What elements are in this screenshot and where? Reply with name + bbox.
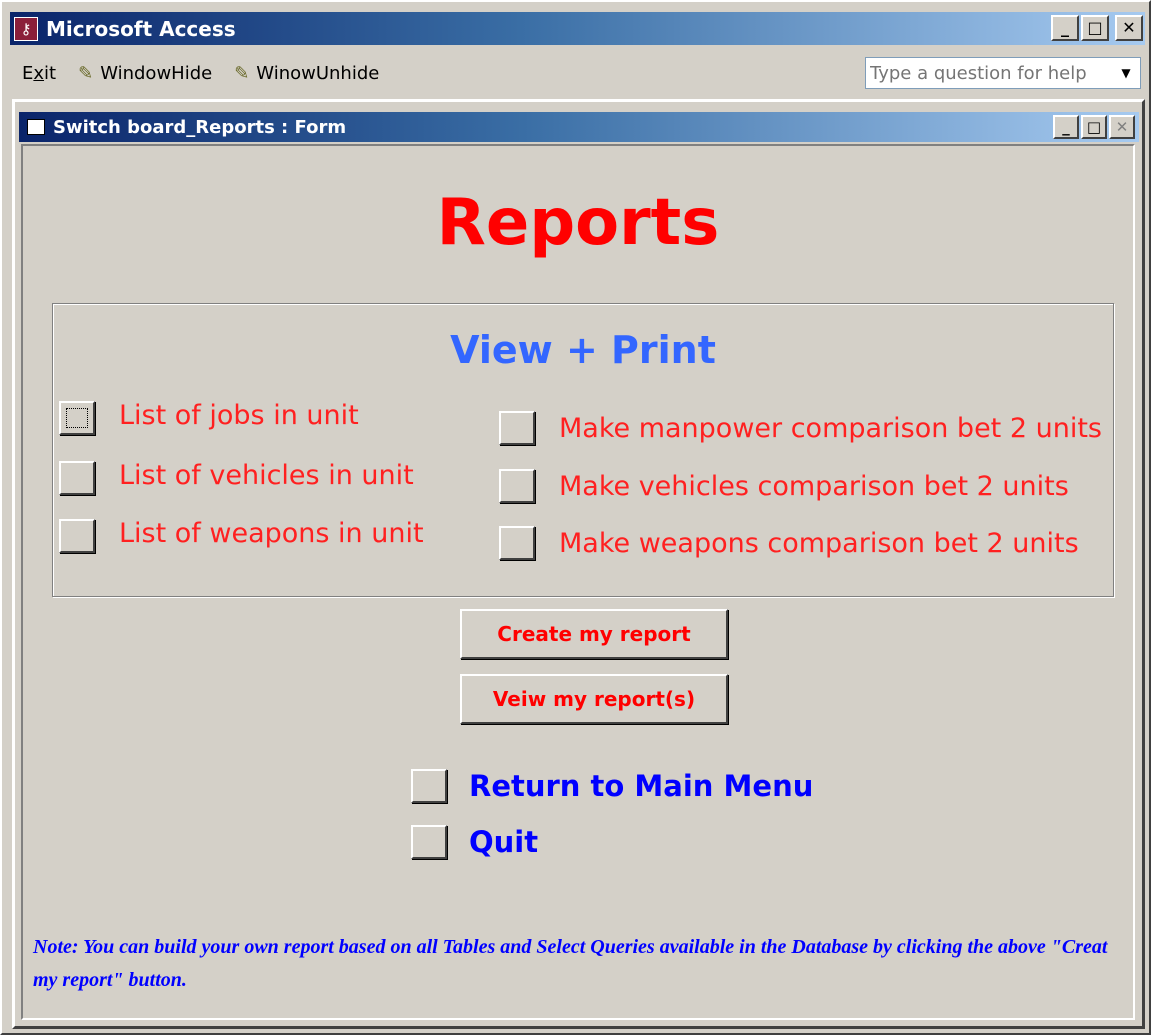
option-label: List of vehicles in unit — [119, 459, 414, 491]
option-manpower-comparison[interactable]: Make manpower comparison bet 2 units — [499, 411, 1102, 445]
option-label: List of jobs in unit — [119, 399, 359, 431]
option-button[interactable] — [59, 461, 95, 495]
option-list-weapons[interactable]: List of weapons in unit — [59, 517, 424, 553]
menubar: Exit ✎ WindowHide ✎ WinowUnhide ▼ — [10, 52, 1145, 94]
form-minimize-button[interactable]: _ — [1053, 115, 1079, 139]
option-list-jobs[interactable]: List of jobs in unit — [59, 399, 359, 435]
frame-title: View + Print — [450, 328, 716, 372]
create-my-report-button[interactable]: Create my report — [460, 609, 728, 659]
access-key-icon: ⚷ — [14, 16, 38, 41]
form-maximize-button[interactable]: □ — [1081, 115, 1107, 139]
form-titlebar[interactable]: Switch board_Reports : Form _ □ ✕ — [19, 112, 1139, 142]
access-application-window: ⚷ Microsoft Access _ □ ✕ Exit ✎ WindowHi… — [0, 0, 1151, 1035]
option-label: List of weapons in unit — [119, 517, 424, 549]
pencil-icon: ✎ — [234, 62, 250, 84]
quit-button[interactable] — [411, 825, 447, 859]
option-label: Make manpower comparison bet 2 units — [559, 412, 1102, 444]
option-label: Make weapons comparison bet 2 units — [559, 527, 1079, 559]
app-title: Microsoft Access — [46, 16, 236, 41]
option-button[interactable] — [499, 411, 535, 445]
note-text: Note: You can build your own report base… — [33, 936, 1108, 991]
menu-exit[interactable]: Exit — [22, 63, 56, 84]
help-question-input[interactable] — [866, 59, 1112, 87]
menu-winowunhide[interactable]: ✎ WinowUnhide — [234, 63, 379, 84]
form-window-controls: _ □ ✕ — [1053, 115, 1135, 139]
form-close-button[interactable]: ✕ — [1109, 115, 1135, 139]
form-title: Switch board_Reports : Form — [53, 116, 347, 138]
menu-winowunhide-label: WinowUnhide — [256, 62, 380, 84]
option-button[interactable] — [59, 401, 95, 435]
close-button[interactable]: ✕ — [1115, 15, 1143, 41]
switchboard-reports-form-window: Switch board_Reports : Form _ □ ✕ Report… — [12, 99, 1145, 1029]
quit-label: Quit — [469, 825, 539, 859]
option-label: Make vehicles comparison bet 2 units — [559, 470, 1069, 502]
chevron-down-icon[interactable]: ▼ — [1112, 58, 1140, 88]
option-button[interactable] — [499, 469, 535, 503]
menu-windowhide-label: WindowHide — [100, 62, 213, 84]
quit[interactable]: Quit — [411, 825, 538, 859]
view-my-reports-button[interactable]: Veiw my report(s) — [460, 674, 728, 724]
return-to-main-menu[interactable]: Return to Main Menu — [411, 769, 813, 803]
form-body: Reports View + Print List of jobs in uni… — [21, 144, 1135, 1020]
menu-exit-label: Exit — [22, 62, 57, 84]
return-button[interactable] — [411, 769, 447, 803]
pencil-icon: ✎ — [78, 62, 94, 84]
menu-windowhide[interactable]: ✎ WindowHide — [78, 63, 212, 84]
app-window-controls: _ □ ✕ — [1051, 15, 1143, 41]
return-label: Return to Main Menu — [469, 769, 814, 803]
app-titlebar[interactable]: ⚷ Microsoft Access _ □ ✕ — [10, 12, 1145, 45]
help-question-box: ▼ — [865, 57, 1141, 89]
minimize-button[interactable]: _ — [1051, 15, 1079, 41]
option-list-vehicles[interactable]: List of vehicles in unit — [59, 459, 414, 495]
maximize-button[interactable]: □ — [1081, 15, 1109, 41]
form-icon — [27, 119, 45, 135]
option-vehicles-comparison[interactable]: Make vehicles comparison bet 2 units — [499, 469, 1069, 503]
option-weapons-comparison[interactable]: Make weapons comparison bet 2 units — [499, 526, 1079, 560]
view-print-frame: View + Print List of jobs in unit List o… — [52, 303, 1114, 597]
option-button[interactable] — [499, 526, 535, 560]
page-title: Reports — [436, 186, 720, 260]
option-button[interactable] — [59, 519, 95, 553]
